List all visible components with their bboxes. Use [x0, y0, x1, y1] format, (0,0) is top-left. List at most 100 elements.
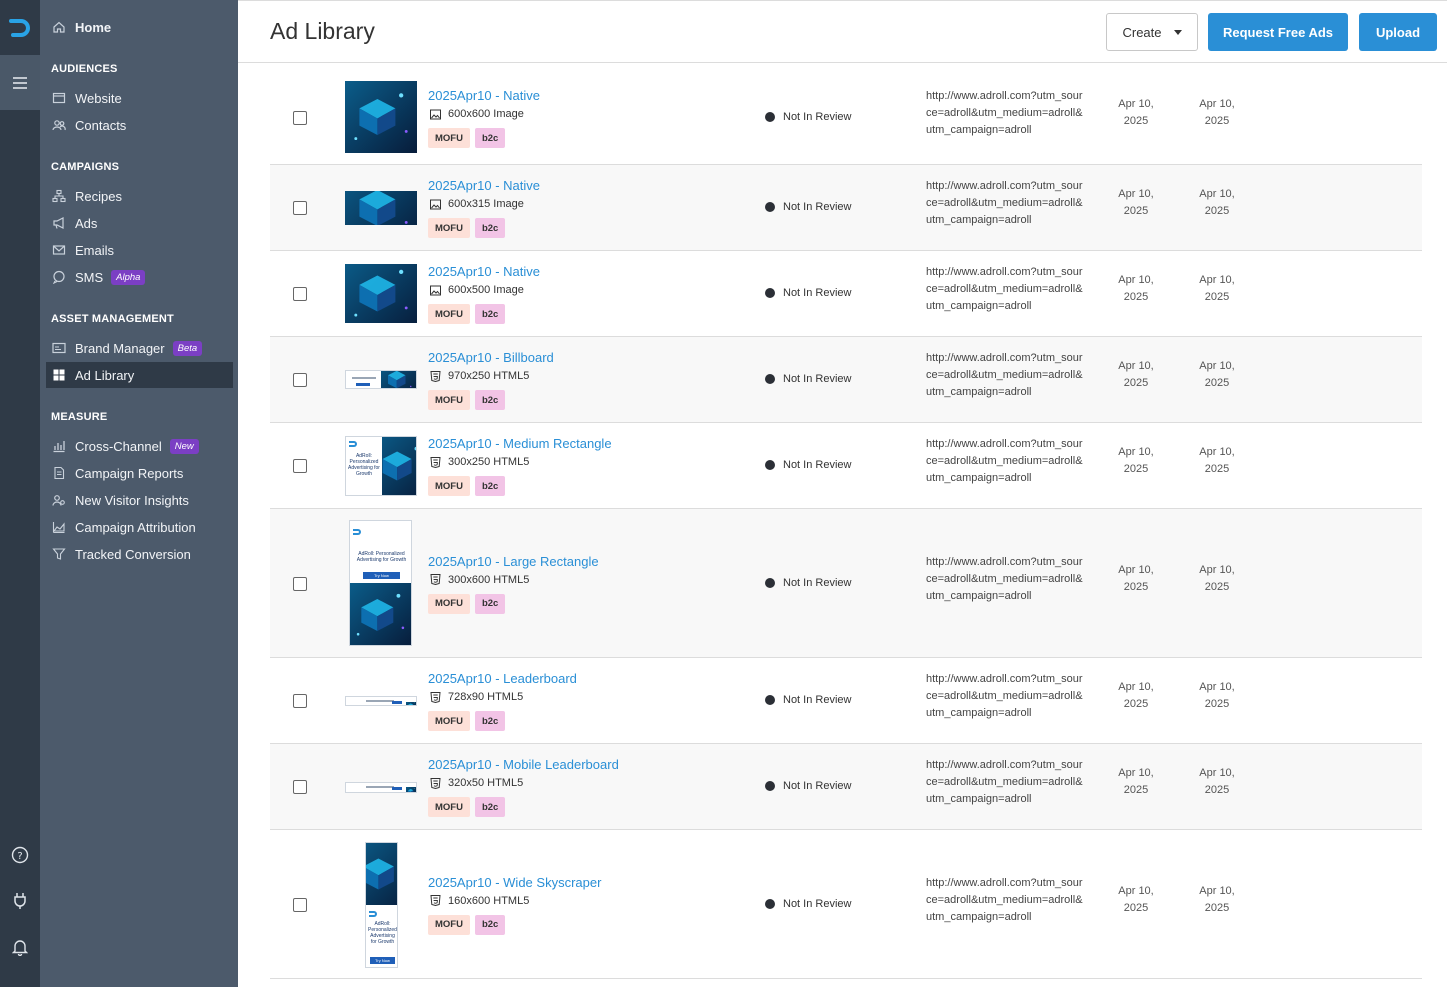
thumbnail-logo-icon: [353, 529, 361, 535]
status-text: Not In Review: [783, 897, 852, 910]
destination-url: http://www.adroll.com?utm_source=adroll&…: [926, 266, 1083, 312]
create-dropdown-button[interactable]: Create: [1106, 13, 1198, 51]
ad-thumbnail[interactable]: [345, 370, 417, 389]
ad-size-text: 320x50 HTML5: [448, 777, 524, 789]
ad-thumbnail[interactable]: [345, 696, 417, 706]
sidebar-item-label: Website: [75, 90, 122, 106]
row-checkbox[interactable]: [293, 694, 307, 708]
table-row[interactable]: 2025Apr10 - Leaderboard 728x90 HTML5 MOFU b…: [270, 658, 1422, 744]
sidebar-item-ads[interactable]: Ads: [46, 210, 233, 236]
sidebar-item-label: Emails: [75, 242, 115, 258]
users-icon: [52, 118, 66, 132]
sidebar-item-cross-channel[interactable]: Cross-Channel New: [46, 433, 233, 459]
status-text: Not In Review: [783, 287, 852, 299]
sidebar-item-recipes[interactable]: Recipes: [46, 183, 233, 209]
table-row[interactable]: 2025Apr10 - Billboard 970x250 HTML5 MOFU b2…: [270, 337, 1422, 423]
sidebar-item-home[interactable]: Home: [46, 14, 233, 40]
table-row[interactable]: 2025Apr10 - Native 600x315 Image MOFU b2c No…: [270, 165, 1422, 251]
bell-icon[interactable]: [0, 932, 40, 962]
row-checkbox[interactable]: [293, 459, 307, 473]
ad-title-link[interactable]: 2025Apr10 - Native: [428, 178, 540, 193]
row-checkbox[interactable]: [293, 373, 307, 387]
ad-title-link[interactable]: 2025Apr10 - Mobile Leaderboard: [428, 757, 619, 772]
ad-title-link[interactable]: 2025Apr10 - Leaderboard: [428, 671, 577, 686]
sidebar-item-tracked-conversion[interactable]: Tracked Conversion: [46, 541, 233, 567]
ad-title-link[interactable]: 2025Apr10 - Billboard: [428, 350, 554, 365]
sidebar-item-contacts[interactable]: Contacts: [46, 112, 233, 138]
sidebar-item-label: New Visitor Insights: [75, 492, 189, 508]
ad-thumbnail[interactable]: [345, 191, 417, 225]
destination-url: http://www.adroll.com?utm_source=adroll&…: [926, 673, 1083, 719]
ad-title-link[interactable]: 2025Apr10 - Native: [428, 264, 540, 279]
row-checkbox[interactable]: [293, 287, 307, 301]
status-text: Not In Review: [783, 201, 852, 213]
ad-thumbnail[interactable]: [345, 81, 417, 153]
sidebar-section-heading: MEASURE: [51, 411, 108, 423]
row-checkbox[interactable]: [293, 780, 307, 794]
sidebar-item-campaign-reports[interactable]: Campaign Reports: [46, 460, 233, 486]
sidebar-item-ad-library[interactable]: Ad Library: [46, 362, 233, 388]
upload-button[interactable]: Upload: [1359, 13, 1437, 51]
html5-icon: [430, 456, 441, 468]
table-row[interactable]: 2025Apr10 - Mobile Leaderboard 320x50 HTM…: [270, 744, 1422, 830]
tag-badge: MOFU: [428, 593, 470, 614]
sidebar-section-heading: AUDIENCES: [51, 63, 118, 75]
row-checkbox[interactable]: [293, 201, 307, 215]
table-row[interactable]: 2025Apr10 - Native 600x500 Image MOFU b2c No…: [270, 251, 1422, 337]
sidebar-item-label: Home: [75, 19, 112, 35]
table-row[interactable]: AdRoll: Personalized Advertising for Gro…: [270, 509, 1422, 658]
ad-title-link[interactable]: 2025Apr10 - Medium Rectangle: [428, 436, 612, 451]
ad-size-type: 300x250 HTML5: [430, 456, 529, 468]
ad-thumbnail[interactable]: [345, 264, 417, 323]
date-created: Apr 10, 2025: [1118, 563, 1154, 593]
status-dot-icon: [765, 374, 775, 384]
ad-thumbnail[interactable]: AdRoll: Personalized Advertising for Gro…: [345, 436, 417, 496]
sidebar-item-new-visitor-insights[interactable]: New Visitor Insights: [46, 487, 233, 513]
ad-thumbnail[interactable]: AdRoll: Personalized Advertising for Gro…: [365, 842, 398, 968]
chat-icon: [52, 270, 66, 284]
status-text: Not In Review: [783, 373, 852, 385]
row-checkbox[interactable]: [293, 111, 307, 125]
sidebar-item-emails[interactable]: Emails: [46, 237, 233, 263]
thumbnail-cta: Try Now: [363, 572, 400, 579]
destination-url: http://www.adroll.com?utm_source=adroll&…: [926, 180, 1083, 226]
tag-badge: MOFU: [428, 914, 470, 935]
help-icon[interactable]: ?: [0, 840, 40, 870]
table-row[interactable]: 2025Apr10 - Native 600x600 Image MOFU b2c No…: [270, 71, 1422, 165]
ad-title-link[interactable]: 2025Apr10 - Native: [428, 88, 540, 103]
destination-url: http://www.adroll.com?utm_source=adroll&…: [926, 90, 1083, 136]
tag-badge: b2c: [474, 914, 506, 935]
row-checkbox[interactable]: [293, 576, 307, 591]
hamburger-menu-icon[interactable]: [0, 55, 40, 110]
request-free-ads-button[interactable]: Request Free Ads: [1208, 13, 1348, 51]
html5-icon: [430, 895, 441, 906]
row-checkbox[interactable]: [293, 897, 307, 912]
review-status: Not In Review: [765, 287, 851, 299]
ad-size-text: 300x600 HTML5: [448, 573, 530, 586]
status-dot-icon: [765, 898, 775, 909]
date-updated: Apr 10, 2025: [1199, 274, 1235, 303]
ad-thumbnail[interactable]: AdRoll: Personalized Advertising for Gro…: [349, 520, 412, 646]
ad-title-link[interactable]: 2025Apr10 - Large Rectangle: [428, 554, 599, 569]
sidebar-item-website[interactable]: Website: [46, 85, 233, 111]
sidebar: Home AUDIENCES Website Contacts CAMPAIGNS Re…: [40, 0, 238, 987]
sidebar-item-sms[interactable]: SMS Alpha: [46, 264, 233, 290]
sidebar-item-brand-manager[interactable]: Brand Manager Beta: [46, 335, 233, 361]
tag-list: MOFU b2c: [428, 914, 510, 935]
visitor-icon: [52, 493, 66, 507]
ad-title-link[interactable]: 2025Apr10 - Wide Skyscraper: [428, 875, 601, 890]
plug-icon[interactable]: [0, 886, 40, 916]
table-row[interactable]: AdRoll: Personalized Advertising for Gro…: [270, 830, 1422, 979]
date-created: Apr 10, 2025: [1118, 274, 1154, 303]
status-text: Not In Review: [783, 694, 852, 706]
megaphone-icon: [52, 216, 66, 230]
table-row[interactable]: AdRoll: Personalized Advertising for Gro…: [270, 423, 1422, 509]
destination-url: http://www.adroll.com?utm_source=adroll&…: [926, 876, 1083, 923]
date-updated: Apr 10, 2025: [1199, 563, 1235, 593]
review-status: Not In Review: [765, 373, 851, 385]
tag-badge: b2c: [474, 593, 506, 614]
adroll-logo-icon[interactable]: [0, 0, 40, 55]
sidebar-item-campaign-attribution[interactable]: Campaign Attribution: [46, 514, 233, 540]
sidebar-item-label: Campaign Reports: [75, 465, 184, 481]
ad-thumbnail[interactable]: [345, 782, 417, 793]
